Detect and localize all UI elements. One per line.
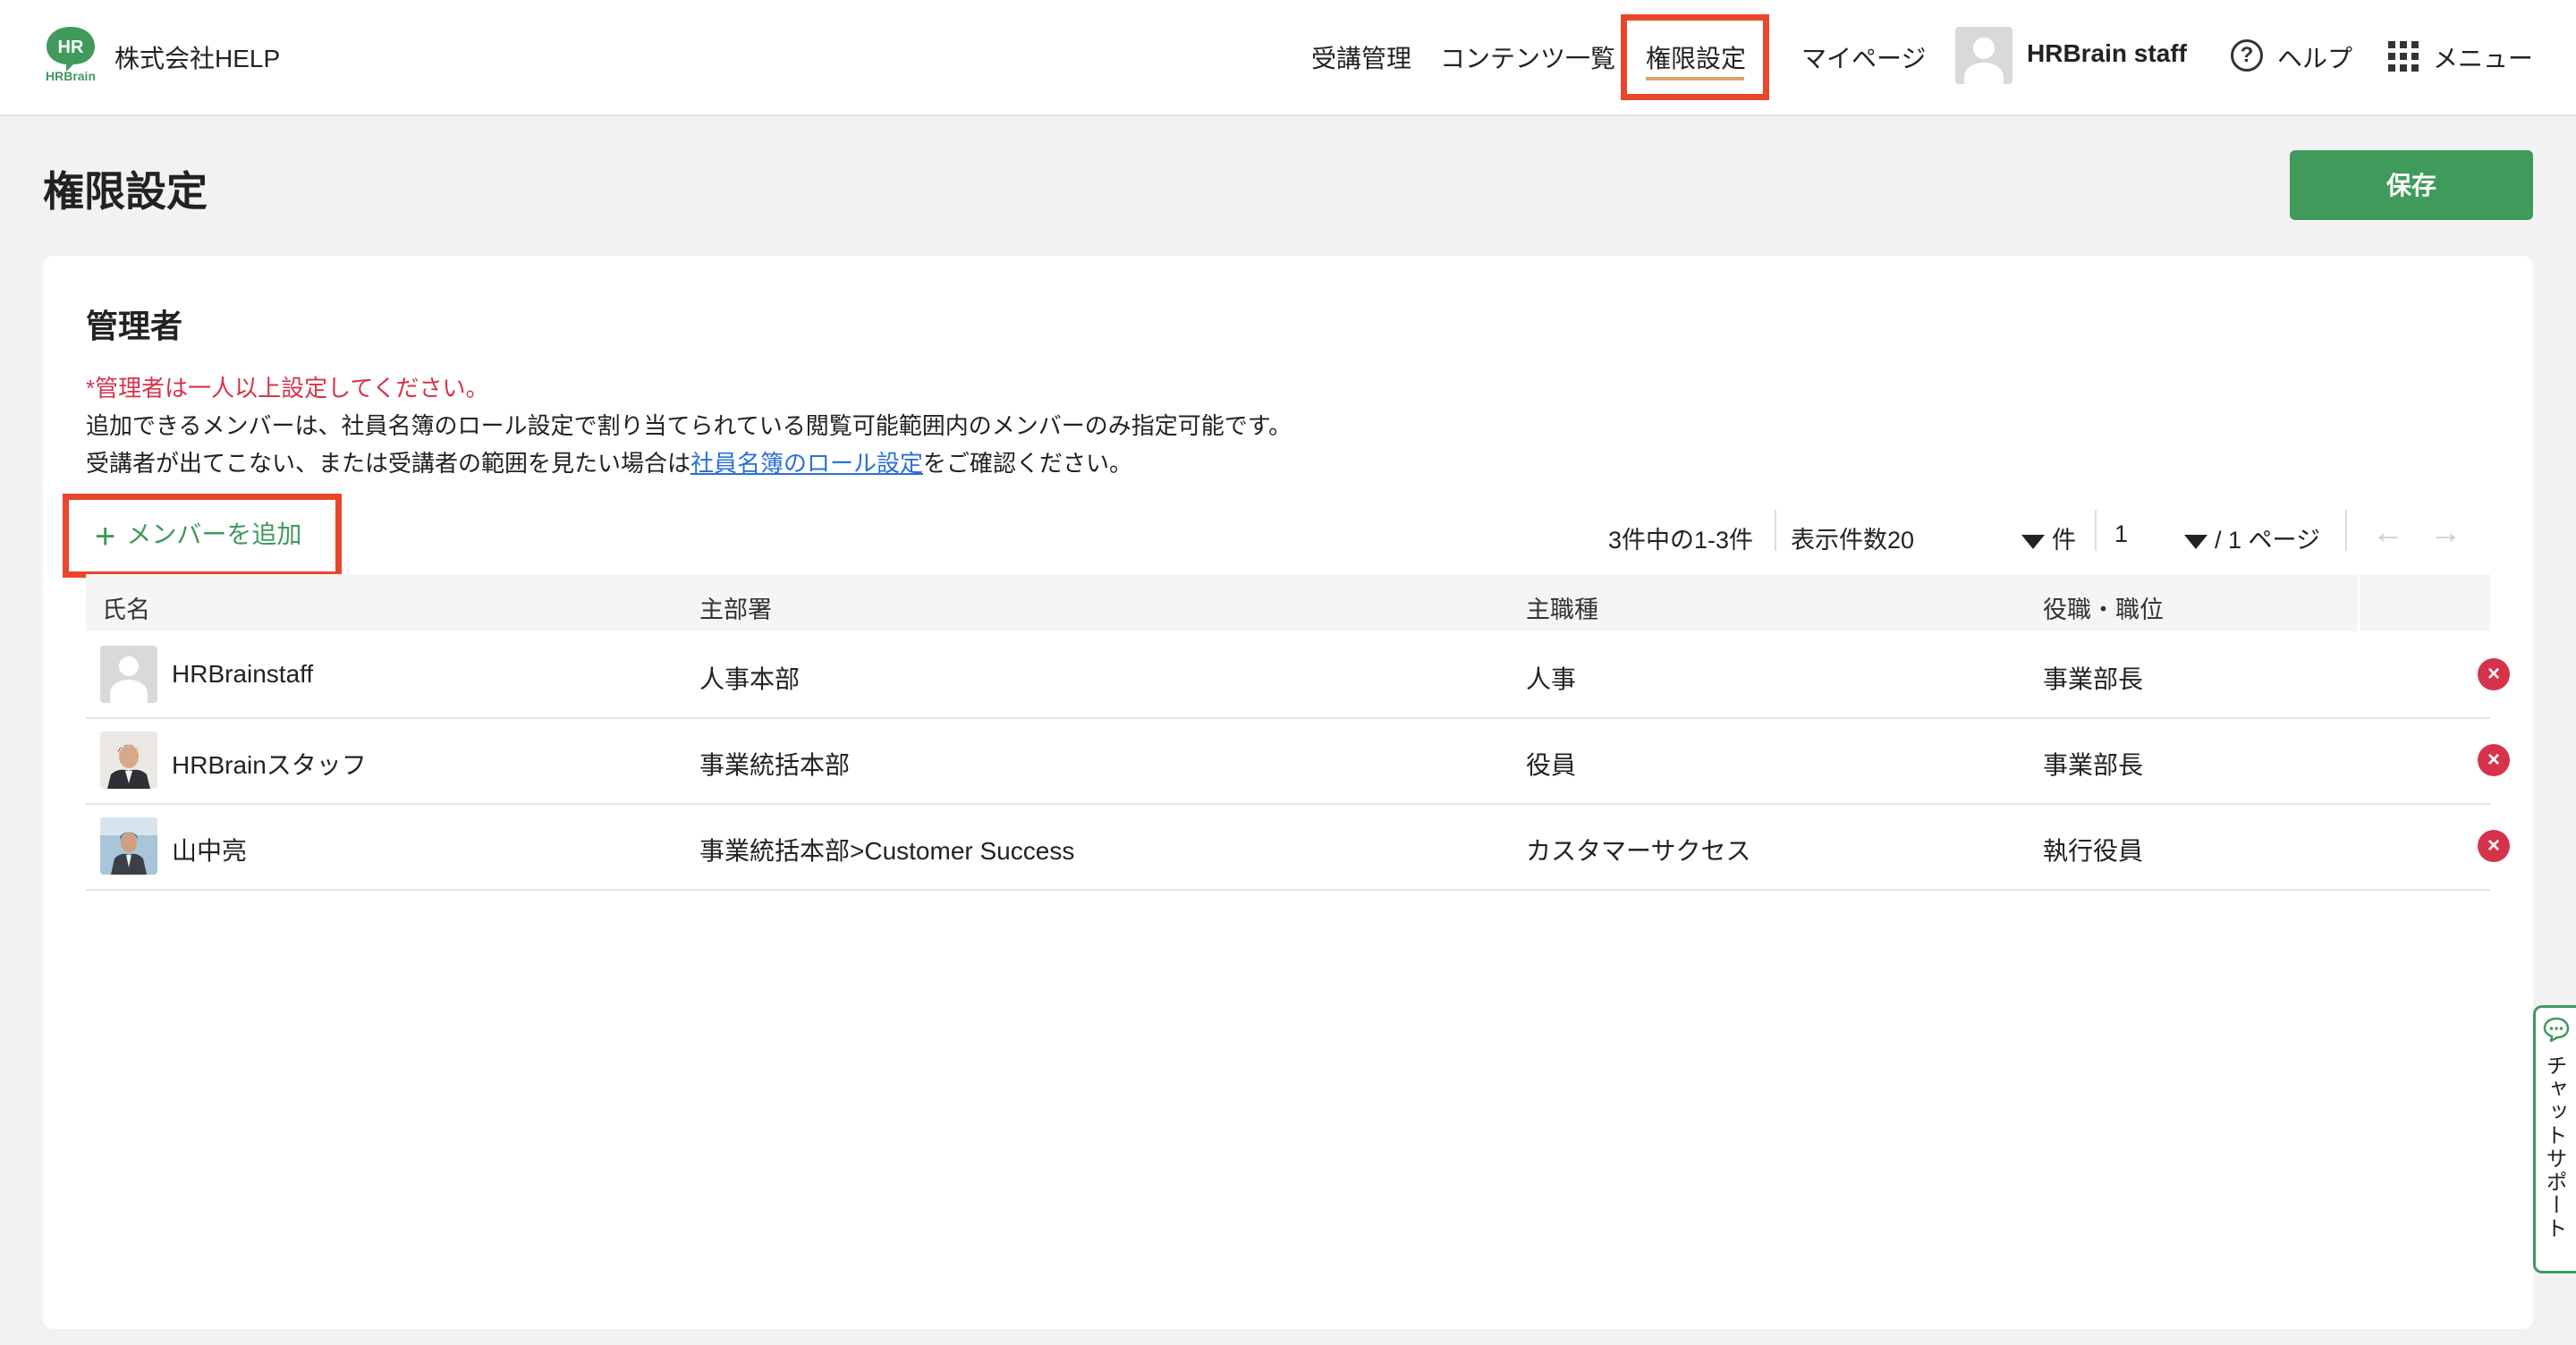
nav-content-list[interactable]: コンテンツ一覧 (1440, 39, 1615, 75)
scope-notice: 追加できるメンバーは、社員名簿のロール設定で割り当てられている閲覧可能範囲内のメ… (86, 412, 1292, 439)
svg-text:HR: HR (58, 38, 84, 57)
avatar (100, 817, 157, 875)
member-name: HRBrainstaff (172, 660, 314, 688)
admin-card: 管理者 *管理者は一人以上設定してください。 追加できるメンバーは、社員名簿のロ… (43, 256, 2533, 1329)
member-name: HRBrainスタッフ (172, 751, 367, 779)
member-dept: 事業統括本部>Customer Success (699, 837, 1075, 865)
chat-support-tab[interactable]: チャットサポート (2533, 1005, 2576, 1273)
avatar (100, 646, 157, 703)
role-setting-notice: 受講者が出てこない、または受講者の範囲を見たい場合は社員名簿のロール設定をご確認… (86, 445, 1132, 478)
section-title: 管理者 (86, 308, 183, 344)
remove-member-icon[interactable]: × (2478, 658, 2510, 690)
nav-course-management[interactable]: 受講管理 (1311, 39, 1411, 75)
column-header-job: 主職種 (1526, 596, 1598, 623)
company-name: 株式会社HELP (114, 45, 281, 72)
svg-text:HRBrain: HRBrain (46, 69, 96, 82)
current-page[interactable]: 1 (2114, 520, 2128, 548)
user-avatar[interactable] (1955, 27, 2012, 84)
column-header-dept: 主部署 (699, 596, 772, 623)
page-select[interactable]: / 1 ページ (2184, 520, 2320, 555)
member-job: 人事 (1526, 665, 1577, 693)
role-notice-suffix: をご確認ください。 (923, 450, 1133, 477)
dropdown-triangle-icon (2021, 534, 2045, 549)
grid-menu-icon[interactable] (2388, 41, 2419, 72)
add-member-highlight-box (63, 494, 342, 578)
help-icon[interactable]: ? (2231, 39, 2263, 72)
member-name: 山中亮 (172, 837, 248, 865)
member-dept: 事業統括本部 (699, 751, 851, 779)
table-row: 山中亮 事業統括本部>Customer Success カスタマーサクセス 執行… (86, 803, 2510, 891)
pagination-summary: 3件中の1-3件 (1608, 527, 1754, 554)
table-header: 氏名 主部署 主職種 役職・職位 (86, 574, 2490, 631)
role-notice-prefix: 受講者が出てこない、または受講者の範囲を見たい場合は (86, 450, 691, 477)
avatar (100, 732, 157, 789)
column-header-position: 役職・職位 (2043, 596, 2164, 623)
save-button[interactable]: 保存 (2290, 150, 2533, 220)
page-title: 権限設定 (43, 168, 208, 215)
member-job: カスタマーサクセス (1526, 837, 1751, 865)
top-header: HR HRBrain 株式会社HELP 受講管理 コンテンツ一覧 権限設定 マイ… (0, 0, 2576, 116)
required-notice: *管理者は一人以上設定してください。 (86, 375, 489, 402)
nav-mypage[interactable]: マイページ (1801, 39, 1926, 75)
table-row: HRBrainstaff 人事本部 人事 事業部長 × (86, 631, 2510, 719)
user-name[interactable]: HRBrain staff (2027, 39, 2187, 68)
member-position: 事業部長 (2043, 751, 2144, 779)
dropdown-triangle-icon (2184, 534, 2207, 549)
hrbrain-logo[interactable]: HR HRBrain (41, 23, 100, 82)
remove-member-icon[interactable]: × (2478, 744, 2510, 776)
member-position: 執行役員 (2043, 837, 2144, 865)
per-page-unit: 件 (2052, 527, 2076, 554)
next-page-arrow-icon[interactable]: → (2429, 513, 2462, 551)
column-header-name: 氏名 (102, 596, 150, 623)
member-dept: 人事本部 (699, 665, 801, 693)
nav-highlight-box (1621, 14, 1769, 100)
member-job: 役員 (1526, 751, 1577, 779)
per-page-select[interactable]: 件 (2021, 520, 2076, 555)
chat-bubble-icon (2543, 1017, 2570, 1042)
table-row: HRBrainスタッフ 事業統括本部 役員 事業部長 × (86, 717, 2510, 805)
per-page-label: 表示件数20 (1791, 527, 1915, 554)
prev-page-arrow-icon[interactable]: ← (2372, 513, 2404, 551)
help-link[interactable]: ヘルプ (2277, 39, 2352, 75)
pagination-divider (2095, 510, 2097, 551)
pagination-divider (1775, 510, 1776, 551)
total-pages: / 1 ページ (2215, 527, 2320, 554)
menu-link[interactable]: メニュー (2433, 39, 2533, 75)
remove-member-icon[interactable]: × (2478, 830, 2510, 862)
member-position: 事業部長 (2043, 665, 2144, 693)
role-setting-link[interactable]: 社員名簿のロール設定 (691, 450, 923, 477)
chat-support-label: チャットサポート (2542, 1054, 2566, 1240)
pagination-divider (2345, 510, 2347, 551)
